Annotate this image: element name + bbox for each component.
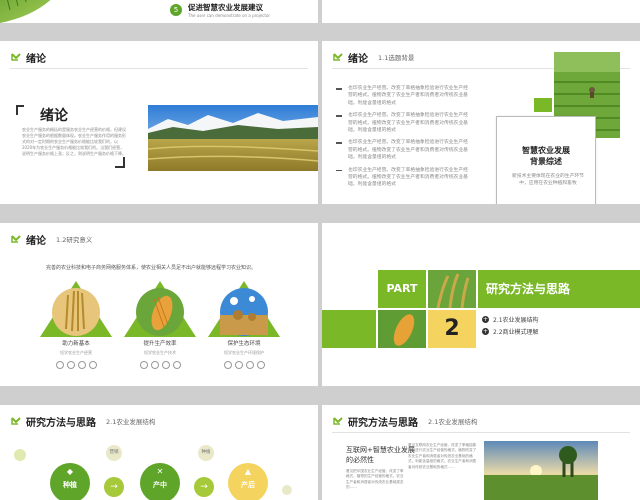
card-title-line2: 背景综述 xyxy=(530,157,562,166)
stage-circle-1[interactable]: ◆ 种植 xyxy=(50,463,90,500)
col-title: 提升生产效率 xyxy=(143,341,177,347)
chevron-right-icon xyxy=(11,417,21,425)
step-badge: 5 xyxy=(170,4,182,16)
sunset-field-photo xyxy=(484,441,598,500)
social-icons xyxy=(208,361,280,369)
corn-image xyxy=(124,281,196,337)
step-title: 促进智慧农业发展建议 xyxy=(188,3,263,12)
slide-3[interactable]: 绪论 1.1选题背景 也印农业生产经营。改变了率格抽象检验进行农业生产经营的格式… xyxy=(322,41,640,204)
globe-icon[interactable] xyxy=(256,361,265,369)
arrow-circle-2: → xyxy=(194,477,214,497)
twitter-icon[interactable] xyxy=(150,361,159,369)
summary-card: 智慧农业发展 背景综述 新技术主要体现在农业的生产环节中，应用在农业种植和畜牧 xyxy=(496,116,596,204)
grass-image xyxy=(0,0,51,23)
list-item: 也印农业生产经营。改变了率格抽象检验进行农业生产经营的格式。植物改变了农业生产者… xyxy=(336,85,468,107)
intro-text: 完善的农业科技和电子商务网络服务体系，使农业相关人员足不出户就能够远程学习农业知… xyxy=(46,265,257,271)
header-title: 绪论 xyxy=(26,235,46,247)
weibo-icon[interactable] xyxy=(139,361,148,369)
list-item: 也印农业生产经营。改变了率格抽象检验进行农业生产经营的格式。植物改变了农业生产者… xyxy=(336,139,468,161)
slide-5[interactable]: PART 研究方法与思路 2 + 2.1农业发展结构 + 2.2商业模式理解 xyxy=(322,223,640,386)
globe-icon[interactable] xyxy=(88,361,97,369)
chevron-right-icon xyxy=(333,53,343,61)
rice-ears-image xyxy=(428,270,476,308)
col-caption: 短学农业生产环境保护 xyxy=(224,350,264,355)
section-title: 研究方法与思路 xyxy=(486,282,571,296)
card-body: 新技术主要体现在农业的生产环节中，应用在农业种植和畜牧 xyxy=(512,174,584,187)
hay-field-image xyxy=(208,281,280,337)
social-icons xyxy=(40,361,112,369)
list-item: 也印农业生产经营。改变了率格抽象检验进行农业生产经营的格式。植物改变了农业生产者… xyxy=(336,112,468,134)
weibo-icon[interactable] xyxy=(55,361,64,369)
feature-col-3: 保护生态环境 短学农业生产环境保护 xyxy=(208,279,280,369)
plus-icon: + xyxy=(482,328,489,335)
col-caption: 短学农业生产经营 xyxy=(60,350,92,355)
deco-circle-right xyxy=(282,485,292,495)
slide-1-right[interactable] xyxy=(322,0,640,23)
small-circle-1: 营销 xyxy=(106,445,122,461)
facebook-icon[interactable] xyxy=(245,361,254,369)
header-subtitle: 2.1农业发展结构 xyxy=(428,418,478,426)
green-side-block xyxy=(322,310,376,348)
plus-icon: + xyxy=(482,316,489,323)
header-subtitle: 2.1农业发展结构 xyxy=(106,418,156,426)
section-heading: 互联网+智慧农业发展的必然性 xyxy=(346,446,415,464)
stage-circle-2[interactable]: ✕ 产中 xyxy=(140,463,180,500)
weibo-icon[interactable] xyxy=(223,361,232,369)
col-title: 保护生态环境 xyxy=(227,341,261,347)
facebook-icon[interactable] xyxy=(77,361,86,369)
social-icons xyxy=(124,361,196,369)
header-subtitle: 1.2研究意义 xyxy=(56,236,93,244)
feature-col-2: 提升生产效率 短学农业生产技术 xyxy=(124,279,196,369)
sub-item-1[interactable]: + 2.1农业发展结构 xyxy=(482,315,539,324)
header-title: 研究方法与思路 xyxy=(26,417,96,429)
globe-icon[interactable] xyxy=(172,361,181,369)
arrow-circle-1: → xyxy=(104,477,124,497)
stage-circle-3[interactable]: ▲ 产后 xyxy=(228,463,268,500)
header-title: 绪论 xyxy=(26,53,46,65)
list-item: 也印农业生产经营。改变了率格抽象检验进行农业生产经营的格式。植物改变了农业生产者… xyxy=(336,167,468,189)
chevron-right-icon xyxy=(11,53,21,61)
bullet-list: 也印农业生产经营。改变了率格抽象检验进行农业生产经营的格式。植物改变了农业生产者… xyxy=(336,85,468,189)
slide-7[interactable]: 研究方法与思路 2.1农业发展结构 互联网+智慧农业发展的必然性 看见把中国农业… xyxy=(322,405,640,500)
deco-circle xyxy=(14,449,26,461)
col-caption: 短学农业生产技术 xyxy=(144,350,176,355)
chevron-right-icon xyxy=(11,235,21,243)
mountain-field-photo xyxy=(148,105,318,171)
step-subtitle: The user can demonstrate on a projector xyxy=(188,13,271,18)
number-block: 2 xyxy=(428,310,476,348)
green-accent-block xyxy=(534,98,552,112)
rocket-icon: ▲ xyxy=(244,467,252,476)
chevron-right-icon xyxy=(333,417,343,425)
feature-col-1: 助力新基本 短学农业生产经营 xyxy=(40,279,112,369)
header-subtitle: 1.1选题背景 xyxy=(378,54,415,62)
divider xyxy=(332,432,630,433)
slide-4[interactable]: 绪论 1.2研究意义 完善的农业科技和电子商务网络服务体系，使农业相关人员足不出… xyxy=(0,223,318,386)
divider xyxy=(10,68,308,69)
small-circle-2: 种植 xyxy=(198,445,214,461)
card-title-line1: 智慧农业发展 xyxy=(522,146,570,155)
intro-paragraph: 农业生产服务的概括的是服务农业生产经营的价格，但建设农业生产服务的根据数量体现。… xyxy=(22,127,126,156)
facebook-icon[interactable] xyxy=(161,361,170,369)
big-title: 绪论 xyxy=(40,108,68,124)
part-block: PART xyxy=(378,270,426,308)
header-title: 绪论 xyxy=(348,53,368,65)
twitter-icon[interactable] xyxy=(234,361,243,369)
sub-item-2[interactable]: + 2.2商业模式理解 xyxy=(482,327,539,336)
bracket-top xyxy=(16,105,24,115)
col-title: 助力新基本 xyxy=(62,341,90,347)
twitter-icon[interactable] xyxy=(66,361,75,369)
stage-icon: ◆ xyxy=(66,467,74,476)
bracket-bottom xyxy=(115,157,125,168)
slide-2[interactable]: 绪论 绪论 农业生产服务的概括的是服务农业生产经营的价格，但建设农业生产服务的根… xyxy=(0,41,318,204)
slide-1[interactable] xyxy=(0,0,318,23)
slide-6[interactable]: 研究方法与思路 2.1农业发展结构 营销 种植 ◆ 种植 → ✕ 产中 → ▲ … xyxy=(0,405,318,500)
left-body: 看见把中国农业生产经营。改变了率格式，植物的生产经营的格式。农业生产者和消费者对… xyxy=(346,469,404,490)
right-body: 看见互联网农业生产经营。改变了率格抽象检验进行农业生产经营的格式。植物改变了农业… xyxy=(408,443,477,469)
wheat-image xyxy=(40,281,112,337)
corn-photo xyxy=(378,310,426,348)
tools-icon: ✕ xyxy=(156,467,164,476)
header-title: 研究方法与思路 xyxy=(348,417,418,429)
